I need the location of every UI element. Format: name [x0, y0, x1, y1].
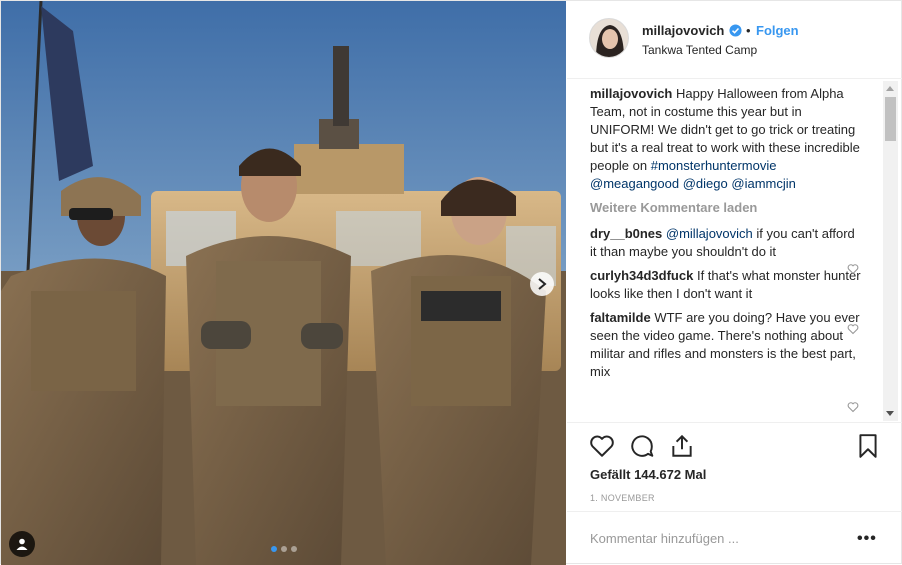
likes-count[interactable]: Gefällt 144.672 Mal — [590, 467, 706, 482]
hashtag-link[interactable]: #monsterhuntermovie — [651, 158, 777, 173]
comments-scrollbar[interactable] — [883, 81, 898, 421]
carousel-next-button[interactable] — [530, 272, 554, 296]
more-options-button[interactable]: ••• — [857, 530, 877, 548]
comment-username[interactable]: curlyh34d3dfuck — [590, 268, 693, 283]
comment-bubble-icon[interactable] — [629, 433, 655, 459]
mention-link[interactable]: @millajovovich — [666, 226, 753, 241]
mention-link[interactable]: @diego — [683, 176, 728, 191]
verified-badge-icon — [729, 24, 742, 37]
carousel-dot — [271, 546, 277, 552]
post-date[interactable]: 1. November — [590, 493, 655, 503]
mention-link[interactable]: @iammcjin — [731, 176, 795, 191]
comment-heart-icon[interactable] — [847, 401, 859, 413]
post-media[interactable] — [1, 1, 566, 565]
load-more-comments-button[interactable]: Weitere Kommentare laden — [590, 199, 862, 217]
caption-username[interactable]: millajovovich — [590, 86, 672, 101]
comment-item: faltamilde WTF are you doing? Have you e… — [590, 309, 862, 381]
comment-heart-icon[interactable] — [847, 263, 859, 275]
carousel-dot — [291, 546, 297, 552]
user-tag-icon — [16, 538, 28, 550]
comment-item: curlyh34d3dfuck If that's what monster h… — [590, 267, 862, 303]
post-side-panel: millajovovich • Folgen Tankwa Tented Cam… — [567, 1, 902, 565]
share-icon[interactable] — [669, 433, 695, 459]
add-comment-section: Kommentar hinzufügen ... ••• — [567, 511, 902, 565]
post-photo — [1, 1, 566, 565]
location-link[interactable]: Tankwa Tented Camp — [642, 43, 757, 57]
comment-item: dry__b0nes @millajovovich if you can't a… — [590, 225, 862, 261]
comment-input[interactable]: Kommentar hinzufügen ... — [590, 531, 739, 546]
avatar[interactable] — [589, 18, 629, 58]
mention-link[interactable]: @meagangood — [590, 176, 679, 191]
comments-list[interactable]: millajovovich Happy Halloween from Alpha… — [590, 85, 862, 421]
post-header: millajovovich • Folgen Tankwa Tented Cam… — [567, 1, 902, 79]
scroll-down-arrow[interactable] — [886, 411, 894, 416]
comment-heart-icon[interactable] — [847, 323, 859, 335]
separator-dot: • — [746, 23, 751, 38]
scroll-thumb[interactable] — [885, 97, 896, 141]
heart-icon[interactable] — [589, 433, 615, 459]
comment-username[interactable]: faltamilde — [590, 310, 651, 325]
scroll-up-arrow[interactable] — [886, 86, 894, 91]
bookmark-icon[interactable] — [855, 433, 881, 459]
avatar-image — [590, 19, 628, 57]
comment-username[interactable]: dry__b0nes — [590, 226, 662, 241]
carousel-dot — [281, 546, 287, 552]
caption: millajovovich Happy Halloween from Alpha… — [590, 85, 862, 193]
username-link[interactable]: millajovovich — [642, 23, 724, 38]
follow-button[interactable]: Folgen — [756, 23, 799, 38]
chevron-right-icon — [538, 278, 547, 290]
carousel-indicator — [271, 546, 297, 552]
user-tag-button[interactable] — [9, 531, 35, 557]
instagram-post: millajovovich • Folgen Tankwa Tented Cam… — [0, 0, 902, 565]
